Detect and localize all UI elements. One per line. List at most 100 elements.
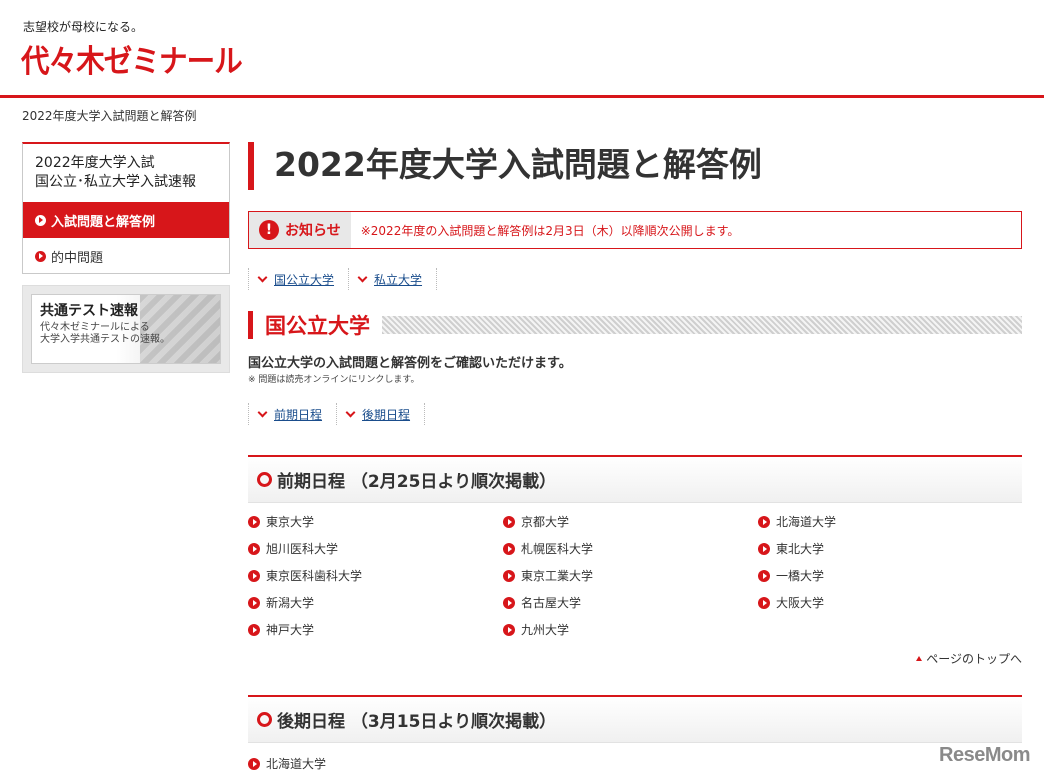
arrow-circle-icon	[35, 250, 46, 262]
university-name: 新潟大学	[266, 596, 315, 610]
university-name: 大阪大学	[776, 596, 825, 610]
banner-text-line1: 代々木ゼミナールによる	[40, 322, 150, 333]
arrow-circle-icon	[758, 569, 770, 582]
sidebar-item-label: 的中問題	[51, 250, 104, 266]
university-link[interactable]: 旭川医科大学	[248, 540, 338, 557]
chevron-down-icon	[345, 407, 356, 417]
university-link[interactable]: 北海道大学	[758, 513, 836, 530]
notice-label: ! お知らせ	[249, 212, 351, 248]
site-header: 志望校が母校になる。 代々木ゼミナール	[0, 0, 1044, 98]
tagline: 志望校が母校になる。	[23, 20, 144, 34]
university-link[interactable]: 札幌医科大学	[503, 540, 593, 557]
university-name: 東北大学	[776, 542, 825, 556]
university-name: 一橋大学	[776, 569, 825, 583]
university-name: 東京大学	[266, 515, 315, 529]
sidebar-title-line2: 国公立･私立大学入試速報	[35, 174, 196, 190]
university-name: 北海道大学	[266, 757, 327, 771]
arrow-circle-icon	[35, 214, 46, 226]
anchor-link[interactable]: 国公立大学	[274, 271, 334, 288]
sidebar-item-exam-answers[interactable]: 入試問題と解答例	[23, 202, 229, 238]
anchor-zenki[interactable]: 前期日程	[248, 403, 336, 425]
anchor-link[interactable]: 私立大学	[374, 271, 422, 288]
university-name: 北海道大学	[776, 515, 837, 529]
university-name: 札幌医科大学	[521, 542, 594, 556]
notice-label-text: お知らせ	[285, 223, 341, 239]
notice-text: ※2022年度の入試問題と解答例は2月3日（木）以降順次公開します。	[360, 223, 740, 238]
university-name: 東京工業大学	[521, 569, 594, 583]
arrow-circle-icon	[248, 757, 260, 770]
arrow-circle-icon	[758, 515, 770, 528]
anchor-link[interactable]: 前期日程	[274, 406, 322, 423]
koki-heading: 後期日程 （3月15日より順次掲載）	[248, 695, 1022, 743]
arrow-circle-icon	[503, 596, 515, 609]
zenki-title: 前期日程 （2月25日より順次掲載）	[277, 472, 557, 492]
university-name: 神戸大学	[266, 623, 315, 637]
arrow-circle-icon	[503, 623, 515, 636]
ring-icon	[257, 472, 272, 487]
heading-hatch	[382, 316, 1022, 334]
arrow-circle-icon	[248, 542, 260, 555]
exclamation-icon: !	[259, 220, 279, 240]
triangle-up-icon	[916, 656, 923, 661]
resemom-watermark: ReseMom	[939, 744, 1030, 766]
arrow-circle-icon	[503, 515, 515, 528]
banner-title: 共通テスト速報	[40, 303, 138, 319]
university-link[interactable]: 一橋大学	[758, 567, 824, 584]
arrow-circle-icon	[503, 542, 515, 555]
anchor-national[interactable]: 国公立大学	[248, 268, 348, 290]
university-link[interactable]: 神戸大学	[248, 621, 314, 638]
anchor-koki[interactable]: 後期日程	[336, 403, 426, 425]
university-link[interactable]: 大阪大学	[758, 594, 824, 611]
university-link[interactable]: 東京工業大学	[503, 567, 593, 584]
sidebar-item-hit-questions[interactable]: 的中問題	[23, 238, 229, 274]
banner-text: 代々木ゼミナールによる 大学入学共通テストの速報。	[40, 322, 170, 346]
university-link[interactable]: 名古屋大学	[503, 594, 581, 611]
notice-box: ! お知らせ ※2022年度の入試問題と解答例は2月3日（木）以降順次公開します…	[248, 211, 1022, 249]
section-title: 国公立大学	[253, 310, 382, 340]
arrow-circle-icon	[248, 623, 260, 636]
common-test-banner[interactable]: 共通テスト速報 代々木ゼミナールによる 大学入学共通テストの速報。	[22, 285, 230, 373]
arrow-circle-icon	[248, 515, 260, 528]
sidebar-nav: 2022年度大学入試 国公立･私立大学入試速報 入試問題と解答例 的中問題	[22, 142, 230, 274]
university-link[interactable]: 京都大学	[503, 513, 569, 530]
banner-inner: 共通テスト速報 代々木ゼミナールによる 大学入学共通テストの速報。	[31, 294, 221, 364]
schedule-anchor-nav: 前期日程 後期日程	[248, 403, 426, 425]
section-heading: 国公立大学	[248, 310, 1022, 340]
zenki-heading: 前期日程 （2月25日より順次掲載）	[248, 455, 1022, 503]
sidebar-item-label: 入試問題と解答例	[51, 214, 156, 230]
page-top-label: ページのトップへ	[926, 652, 1022, 666]
chevron-down-icon	[257, 272, 268, 282]
sidebar-title-line1: 2022年度大学入試	[35, 155, 155, 171]
sidebar-title: 2022年度大学入試 国公立･私立大学入試速報	[23, 144, 229, 202]
page-title: 2022年度大学入試問題と解答例	[248, 142, 762, 190]
university-name: 名古屋大学	[521, 596, 582, 610]
anchor-private[interactable]: 私立大学	[348, 268, 438, 290]
breadcrumb: 2022年度大学入試問題と解答例	[22, 109, 197, 123]
university-link[interactable]: 北海道大学	[248, 755, 326, 772]
arrow-circle-icon	[758, 596, 770, 609]
university-link[interactable]: 九州大学	[503, 621, 569, 638]
arrow-circle-icon	[248, 569, 260, 582]
section-description: 国公立大学の入試問題と解答例をご確認いただけます。	[248, 356, 572, 371]
university-name: 九州大学	[521, 623, 570, 637]
university-link[interactable]: 東京医科歯科大学	[248, 567, 362, 584]
top-anchor-nav: 国公立大学 私立大学	[248, 268, 438, 290]
ring-icon	[257, 712, 272, 727]
arrow-circle-icon	[503, 569, 515, 582]
university-name: 京都大学	[521, 515, 570, 529]
chevron-down-icon	[357, 272, 368, 282]
anchor-link[interactable]: 後期日程	[362, 406, 410, 423]
university-name: 東京医科歯科大学	[266, 569, 363, 583]
site-logo[interactable]: 代々木ゼミナール	[21, 36, 243, 81]
arrow-circle-icon	[758, 542, 770, 555]
chevron-down-icon	[257, 407, 268, 417]
koki-title: 後期日程 （3月15日より順次掲載）	[277, 712, 557, 732]
section-note: ※ 問題は読売オンラインにリンクします。	[248, 375, 420, 385]
banner-text-line2: 大学入学共通テストの速報。	[40, 334, 170, 345]
page-top-link[interactable]: ページのトップへ	[916, 650, 1022, 667]
university-link[interactable]: 東京大学	[248, 513, 314, 530]
university-link[interactable]: 東北大学	[758, 540, 824, 557]
university-link[interactable]: 新潟大学	[248, 594, 314, 611]
university-name: 旭川医科大学	[266, 542, 339, 556]
arrow-circle-icon	[248, 596, 260, 609]
